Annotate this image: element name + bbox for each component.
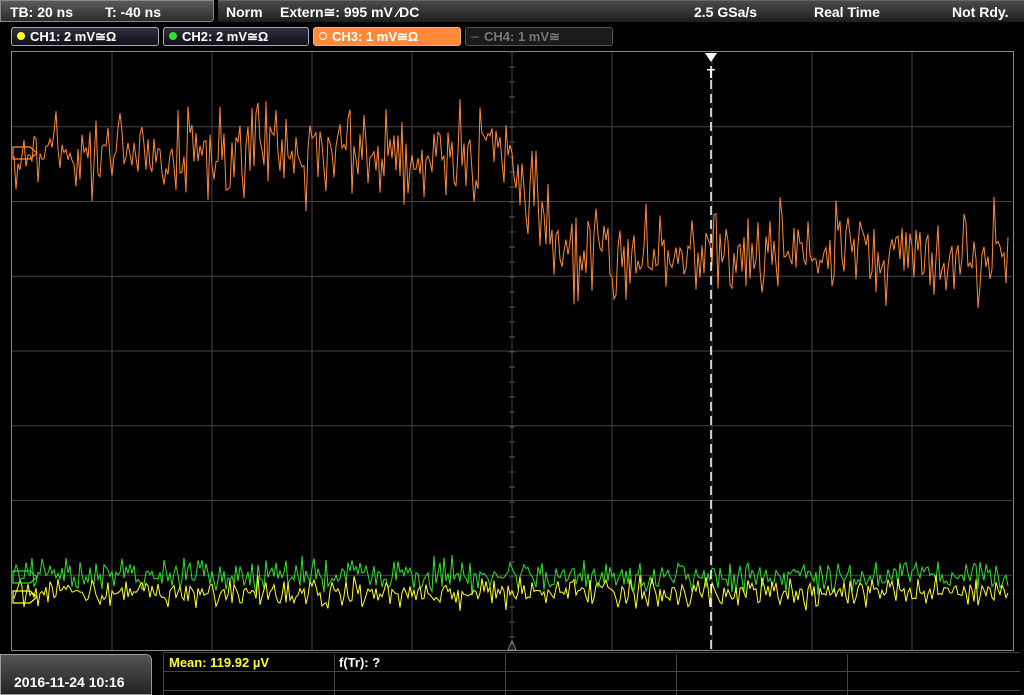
trigger-arrow-icon <box>705 53 717 62</box>
frequency-measurement[interactable]: f(Tr): ? <box>339 655 380 670</box>
traces <box>13 99 1009 611</box>
mean-measurement[interactable]: Mean: 119.92 µV <box>169 655 269 670</box>
meas-col-divider <box>847 654 848 695</box>
display-grid <box>12 51 1012 650</box>
datetime-label: 2016-11-24 10:16 <box>14 674 125 690</box>
meas-divider <box>163 690 1020 691</box>
datetime-box: 2016-11-24 10:16 <box>0 654 152 695</box>
trigger-marker-label: T <box>707 66 715 81</box>
measurement-bar: Mean: 119.92 µV f(Tr): ? <box>0 652 1024 695</box>
meas-col-divider <box>163 654 164 695</box>
meas-divider <box>163 671 1020 672</box>
meas-col-divider <box>676 654 677 695</box>
meas-col-divider <box>505 654 506 695</box>
meas-divider <box>163 652 1020 653</box>
meas-col-divider <box>334 654 335 695</box>
waveform-svg: T <box>12 51 1012 651</box>
